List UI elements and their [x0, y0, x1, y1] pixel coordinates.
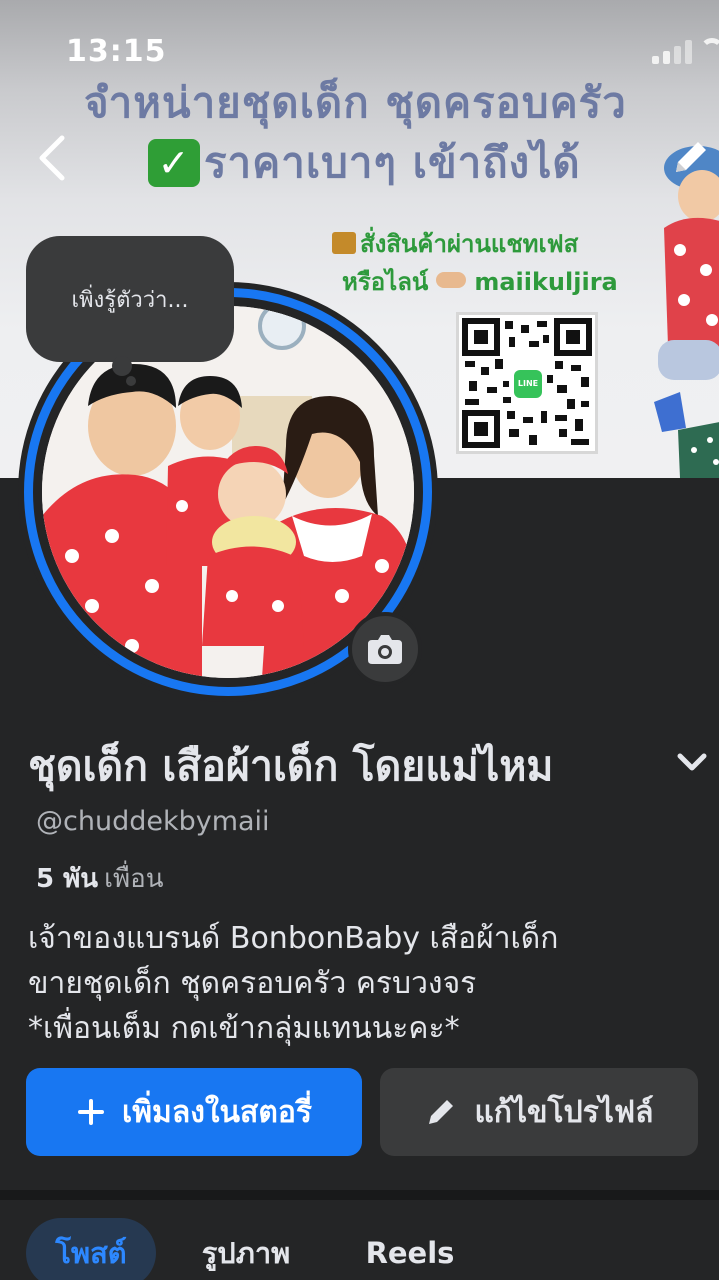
note-text: เพิ่งรู้ตัวว่า...: [71, 287, 189, 313]
wifi-icon: [700, 38, 719, 62]
back-icon[interactable]: [32, 132, 74, 184]
edit-cover-icon[interactable]: [668, 134, 714, 180]
tab-photos[interactable]: รูปภาพ: [190, 1218, 302, 1280]
friends-number: 5 พัน: [36, 864, 99, 894]
cover-order-prefix: หรือไลน์: [342, 268, 429, 296]
bio-line: ขายชุดเด็ก ชุดครอบครัว ครบวงจร: [28, 966, 477, 1001]
cover-order-text-1: สั่งสินค้าผ่านแชทเฟส: [360, 230, 579, 258]
profile-screen: 13:15 จำหน่ายชุดเด็ก ชุดครอบครัว ✓ ราคาเ…: [0, 0, 719, 1280]
tab-posts[interactable]: โพสต์: [26, 1218, 156, 1280]
profile-bio: เจ้าของแบรนด์ BonbonBaby เสือผ้าเด็ก ขาย…: [28, 916, 708, 1051]
cover-child-image: [654, 146, 719, 478]
cover-headline-2-text: ราคาเบาๆ เข้าถึงได้: [204, 138, 581, 187]
camera-icon: [368, 635, 402, 664]
shopping-bag-icon: [332, 232, 356, 254]
edit-profile-button[interactable]: แก้ไขโปรไฟล์: [380, 1068, 698, 1156]
edit-profile-label: แก้ไขโปรไฟล์: [474, 1094, 654, 1130]
tab-reels[interactable]: Reels: [358, 1218, 462, 1280]
note-tail-dot-small: [126, 376, 136, 386]
add-to-story-label: เพิ่มลงในสตอรี่: [122, 1094, 312, 1130]
friends-count[interactable]: 5 พัน เพื่อน: [36, 858, 163, 899]
plus-icon: [76, 1097, 106, 1127]
friends-label: เพื่อน: [104, 864, 164, 894]
qr-code: LINE: [456, 312, 598, 454]
cover-order-line-2: หรือไลน์ maiikuljira: [342, 262, 618, 301]
cover-order-line-1: สั่งสินค้าผ่านแชทเฟส: [332, 224, 578, 263]
note-bubble[interactable]: เพิ่งรู้ตัวว่า...: [26, 236, 234, 362]
signal-icon: [652, 40, 696, 64]
note-tail-dot: [112, 356, 132, 376]
page-title: ชุดเด็ก เสือผ้าเด็ก โดยแม่ไหม: [28, 742, 554, 790]
add-to-story-button[interactable]: เพิ่มลงในสตอรี่: [26, 1068, 362, 1156]
status-time: 13:15: [66, 34, 167, 69]
cover-headline-2: ✓ ราคาเบาๆ เข้าถึงได้: [148, 130, 581, 196]
camera-button[interactable]: [348, 612, 422, 686]
bio-line: *เพื่อนเต็ม กดเข้ากลุ่มแทนนะคะ*: [28, 1011, 460, 1046]
cover-line-id: maiikuljira: [474, 268, 618, 296]
pencil-icon: [424, 1095, 458, 1129]
line-logo-icon: LINE: [514, 370, 542, 398]
bio-line: เจ้าของแบรนด์ BonbonBaby เสือผ้าเด็ก: [28, 921, 559, 956]
pointing-hand-icon: [436, 272, 467, 288]
checkmark-icon: ✓: [148, 139, 200, 187]
section-divider: [0, 1190, 719, 1200]
chevron-down-icon[interactable]: [672, 742, 712, 782]
cover-headline-1: จำหน่ายชุดเด็ก ชุดครอบครัว: [84, 78, 627, 127]
profile-handle: @chuddekbymaii: [36, 806, 270, 837]
